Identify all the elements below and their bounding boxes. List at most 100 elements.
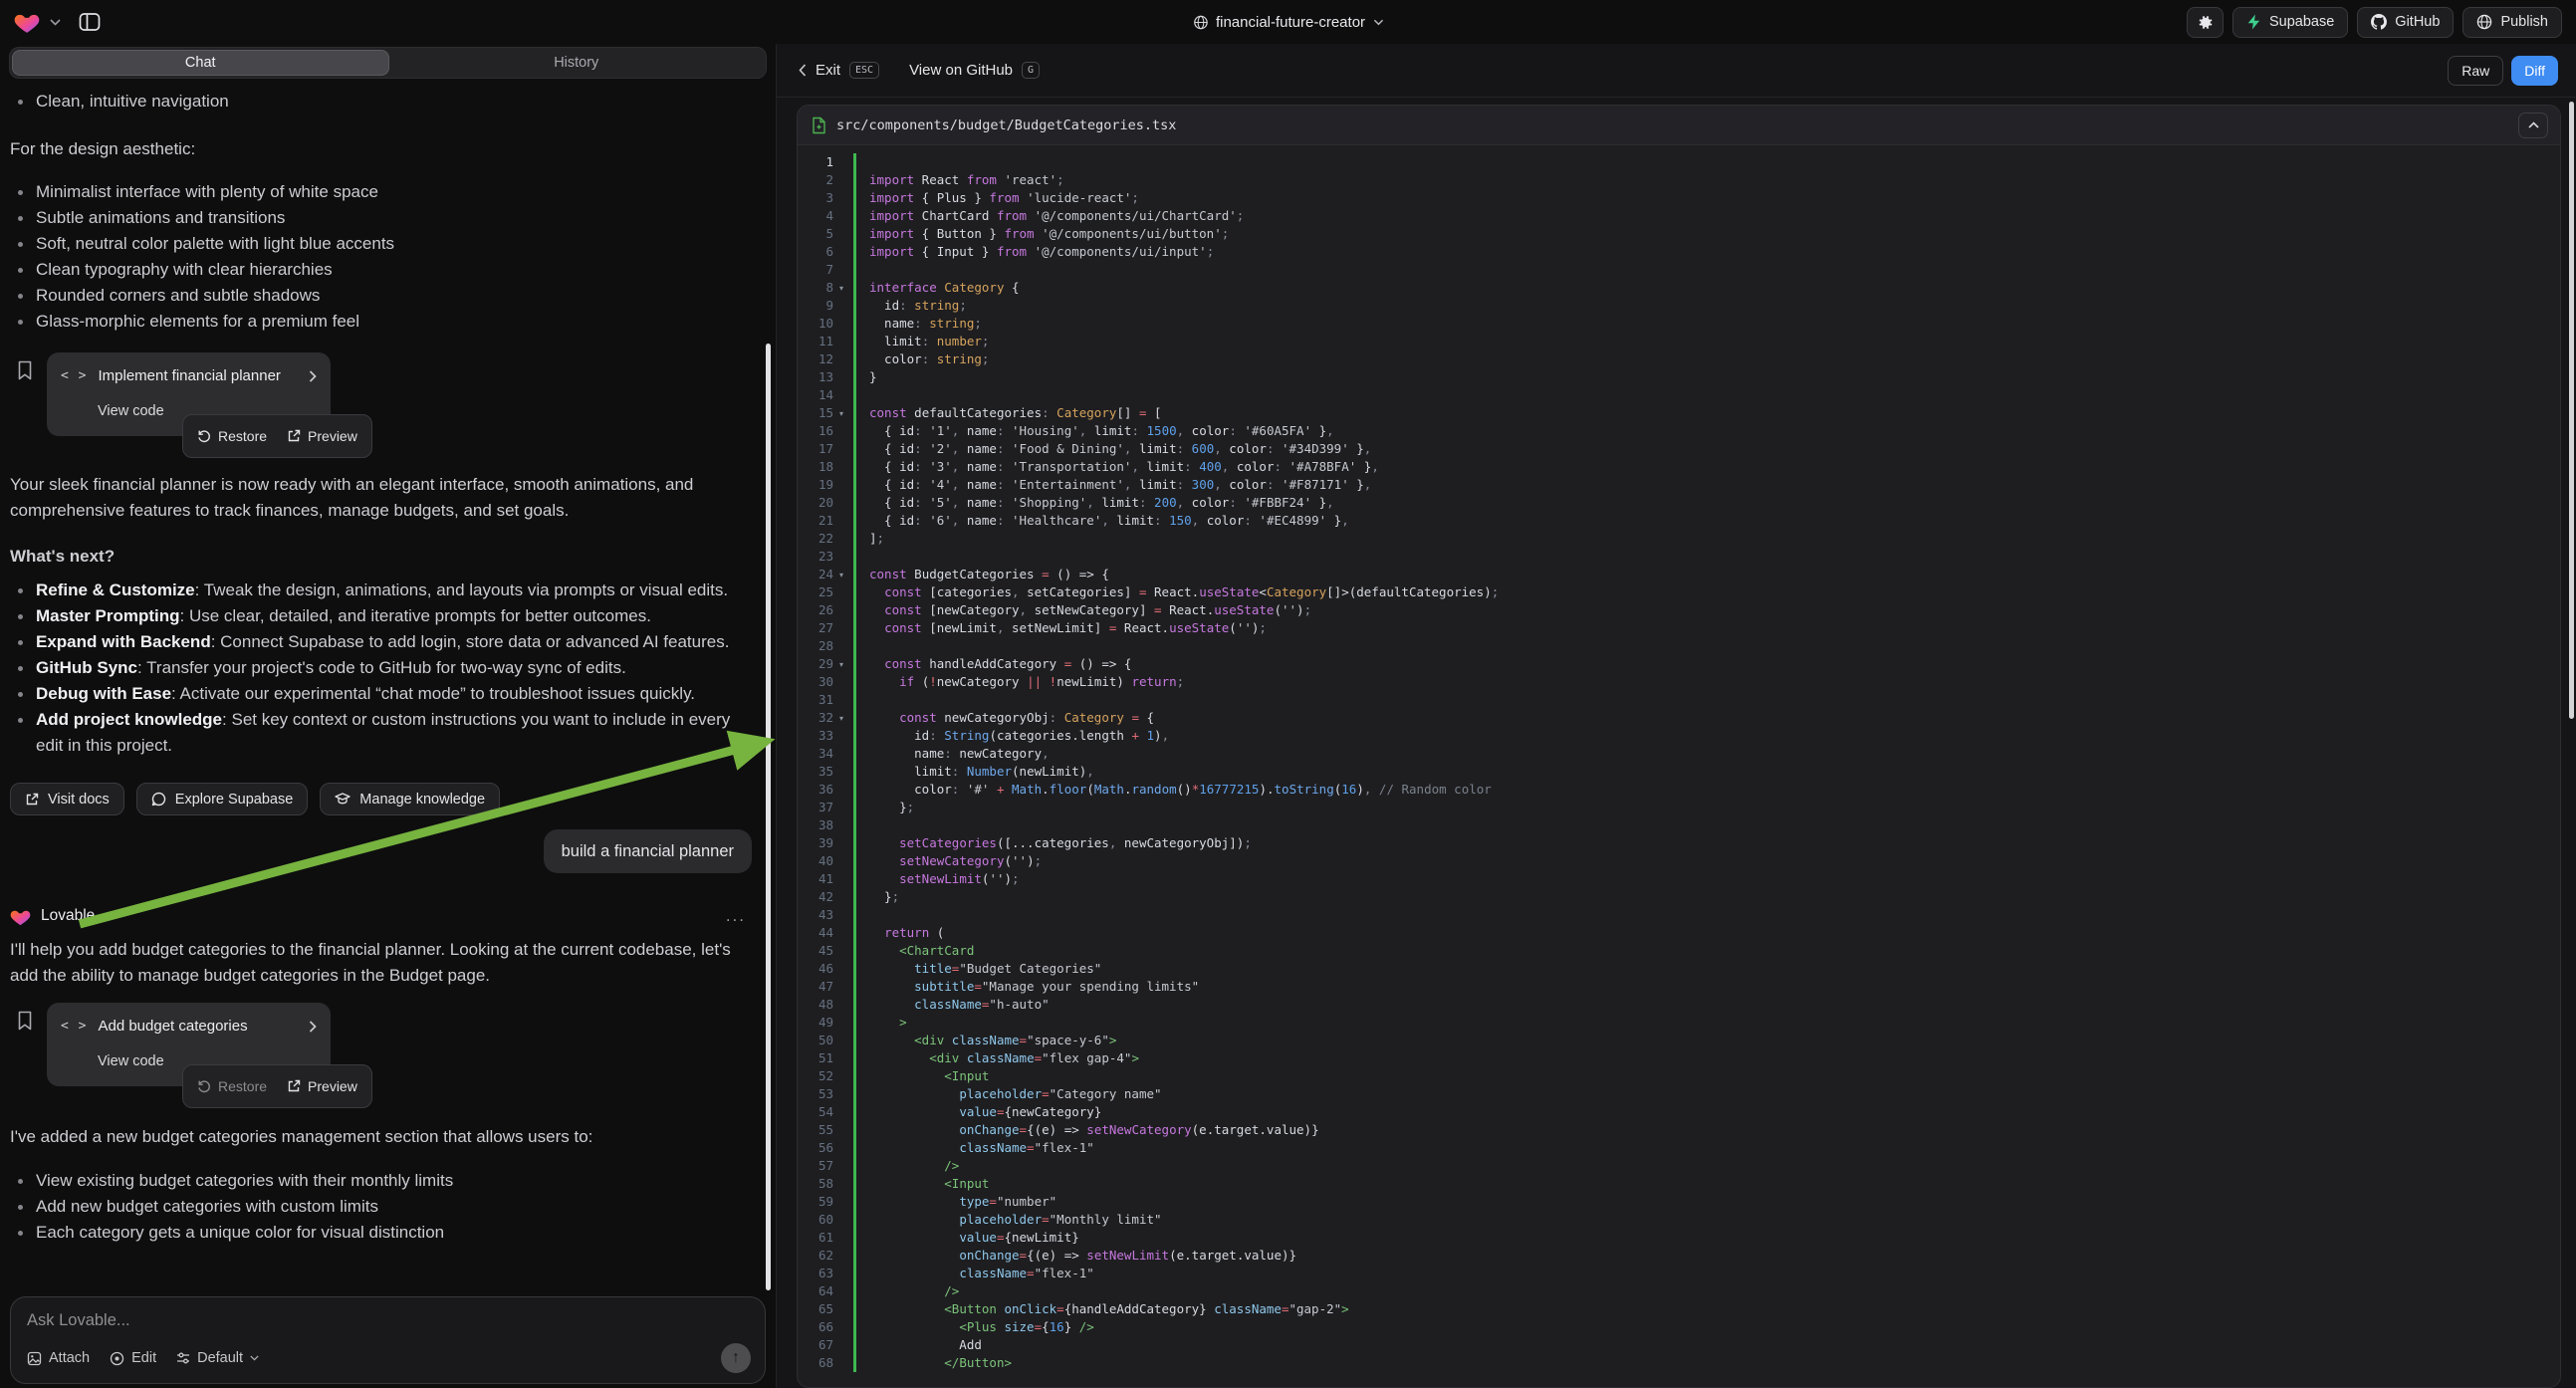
line-number: 34 bbox=[798, 745, 847, 763]
code-line-text: <Input bbox=[853, 1175, 2560, 1193]
restore-button[interactable]: Restore bbox=[189, 1069, 275, 1103]
code-line-text: import React from 'react'; bbox=[853, 171, 2560, 189]
code-line-text: <div className="space-y-6"> bbox=[853, 1032, 2560, 1049]
line-number: 4 bbox=[798, 207, 847, 225]
more-options-icon[interactable]: ... bbox=[726, 903, 746, 929]
raw-toggle-button[interactable]: Raw bbox=[2448, 56, 2503, 86]
bullet-dot bbox=[18, 692, 23, 697]
tab-history[interactable]: History bbox=[389, 50, 765, 76]
view-on-github-button[interactable]: View on GitHub G bbox=[909, 62, 1040, 79]
lovable-logo-icon[interactable] bbox=[14, 10, 40, 34]
code-line-text bbox=[853, 906, 2560, 924]
code-line: 9 id: string; bbox=[798, 297, 2560, 315]
github-button[interactable]: GitHub bbox=[2357, 7, 2454, 38]
code-line-text: return ( bbox=[853, 924, 2560, 942]
line-number: 16 bbox=[798, 422, 847, 440]
line-number: 54 bbox=[798, 1103, 847, 1121]
line-number: 43 bbox=[798, 906, 847, 924]
visit-docs-button[interactable]: Visit docs bbox=[10, 783, 124, 815]
code-line: 55 onChange={(e) => setNewCategory(e.tar… bbox=[798, 1121, 2560, 1139]
line-number: 36 bbox=[798, 781, 847, 799]
bullet-dot bbox=[18, 614, 23, 619]
list-item: Minimalist interface with plenty of whit… bbox=[10, 179, 752, 205]
bookmark-icon[interactable] bbox=[17, 360, 33, 436]
code-line: 36 color: '#' + Math.floor(Math.random()… bbox=[798, 781, 2560, 799]
fold-chevron-icon[interactable]: ▾ bbox=[833, 280, 843, 298]
code-line: 39 setCategories([...categories, newCate… bbox=[798, 834, 2560, 852]
code-line: 28 bbox=[798, 637, 2560, 655]
diff-toggle-button[interactable]: Diff bbox=[2511, 56, 2558, 86]
list-item: Glass-morphic elements for a premium fee… bbox=[10, 309, 752, 335]
code-line: 31 bbox=[798, 691, 2560, 709]
code-viewer-panel: Exit ESC View on GitHub G Raw Diff src/c… bbox=[776, 44, 2576, 1388]
chat-history-tabs: Chat History bbox=[9, 47, 767, 79]
explore-supabase-button[interactable]: Explore Supabase bbox=[136, 783, 309, 815]
send-button[interactable]: ↑ bbox=[721, 1343, 751, 1373]
tab-chat[interactable]: Chat bbox=[12, 50, 389, 76]
chat-scrollbar[interactable] bbox=[766, 344, 771, 1290]
restore-icon bbox=[197, 429, 211, 443]
chat-input[interactable] bbox=[27, 1311, 751, 1330]
publish-button[interactable]: Publish bbox=[2462, 7, 2562, 38]
code-line: 49 > bbox=[798, 1014, 2560, 1032]
code-line: 50 <div className="space-y-6"> bbox=[798, 1032, 2560, 1049]
fold-chevron-icon[interactable]: ▾ bbox=[833, 567, 843, 584]
code-line: 29▾ const handleAddCategory = () => { bbox=[798, 655, 2560, 673]
line-number: 19 bbox=[798, 476, 847, 494]
code-line-text: value={newLimit} bbox=[853, 1229, 2560, 1247]
bullet-dot bbox=[18, 268, 23, 273]
preview-button[interactable]: Preview bbox=[279, 419, 365, 453]
code-file-card: src/components/budget/BudgetCategories.t… bbox=[797, 105, 2561, 1388]
code-line-text: const [categories, setCategories] = Reac… bbox=[853, 583, 2560, 601]
code-line-text: setNewCategory(''); bbox=[853, 852, 2560, 870]
code-line: 62 onChange={(e) => setNewLimit(e.target… bbox=[798, 1247, 2560, 1265]
bullet-dot bbox=[18, 216, 23, 221]
list-item: Master Prompting: Use clear, detailed, a… bbox=[10, 603, 752, 629]
code-scrollbar[interactable] bbox=[2569, 102, 2574, 719]
code-line: 18 { id: '3', name: 'Transportation', li… bbox=[798, 458, 2560, 476]
line-number: 52 bbox=[798, 1067, 847, 1085]
logo-chevron-down-icon[interactable] bbox=[50, 19, 61, 26]
user-message: build a financial planner bbox=[544, 829, 752, 873]
code-line: 58 <Input bbox=[798, 1175, 2560, 1193]
list-item: Debug with Ease: Activate our experiment… bbox=[10, 681, 752, 707]
project-switcher[interactable]: financial-future-creator bbox=[1193, 0, 1383, 44]
line-number: 7 bbox=[798, 261, 847, 279]
collapse-file-button[interactable] bbox=[2518, 113, 2548, 138]
chevron-right-icon bbox=[309, 370, 317, 382]
supabase-button[interactable]: Supabase bbox=[2232, 7, 2348, 38]
design-heading: For the design aesthetic: bbox=[10, 136, 752, 162]
fold-chevron-icon[interactable]: ▾ bbox=[833, 405, 843, 423]
code-line-text: <Input bbox=[853, 1067, 2560, 1085]
code-line-text: <Button onClick={handleAddCategory} clas… bbox=[853, 1300, 2560, 1318]
line-number: 9 bbox=[798, 297, 847, 315]
code-line: 4import ChartCard from '@/components/ui/… bbox=[798, 207, 2560, 225]
code-line: 37 }; bbox=[798, 799, 2560, 816]
mode-selector[interactable]: Default bbox=[176, 1350, 259, 1366]
code-line-text: { id: '1', name: 'Housing', limit: 1500,… bbox=[853, 422, 2560, 440]
bookmark-icon[interactable] bbox=[17, 1011, 33, 1086]
fold-chevron-icon[interactable]: ▾ bbox=[833, 710, 843, 728]
code-line-text: const BudgetCategories = () => { bbox=[853, 566, 2560, 583]
line-number: 60 bbox=[798, 1211, 847, 1229]
manage-knowledge-button[interactable]: Manage knowledge bbox=[320, 783, 500, 815]
attach-button[interactable]: Attach bbox=[27, 1350, 90, 1366]
restore-button[interactable]: Restore bbox=[189, 419, 275, 453]
chat-message-list: Clean, intuitive navigation For the desi… bbox=[0, 79, 776, 1286]
line-number: 68 bbox=[798, 1354, 847, 1372]
code-line-text bbox=[853, 261, 2560, 279]
code-line: 27 const [newLimit, setNewLimit] = React… bbox=[798, 619, 2560, 637]
sidebar-toggle-icon[interactable] bbox=[79, 12, 101, 32]
line-number: 3 bbox=[798, 189, 847, 207]
settings-button[interactable] bbox=[2187, 7, 2224, 38]
code-line-text: setNewLimit(''); bbox=[853, 870, 2560, 888]
fold-chevron-icon[interactable]: ▾ bbox=[833, 656, 843, 674]
edit-button[interactable]: Edit bbox=[110, 1350, 156, 1366]
line-number: 32▾ bbox=[798, 709, 847, 727]
code-line-text: }; bbox=[853, 888, 2560, 906]
preview-button[interactable]: Preview bbox=[279, 1069, 365, 1103]
file-path-bar[interactable]: src/components/budget/BudgetCategories.t… bbox=[798, 106, 2560, 145]
code-editor[interactable]: 12import React from 'react';3import { Pl… bbox=[798, 145, 2560, 1387]
code-line: 51 <div className="flex gap-4"> bbox=[798, 1049, 2560, 1067]
exit-button[interactable]: Exit ESC bbox=[799, 62, 879, 79]
